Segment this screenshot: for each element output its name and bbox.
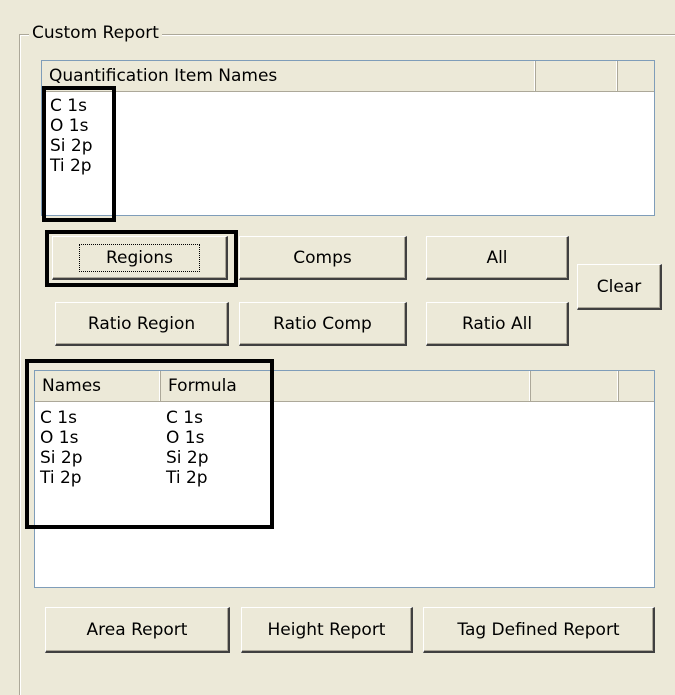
list-item[interactable]: O 1s: [50, 116, 88, 136]
height-report-button[interactable]: Height Report: [241, 607, 413, 653]
ratio-region-button[interactable]: Ratio Region: [55, 302, 229, 346]
list-item-name[interactable]: Si 2p: [40, 448, 83, 468]
list-header: Quantification Item Names: [42, 61, 654, 92]
list-item-formula: Si 2p: [166, 448, 209, 468]
list-item-name[interactable]: O 1s: [40, 428, 78, 448]
column-header-names[interactable]: Names: [35, 371, 161, 401]
list-item-name[interactable]: Ti 2p: [40, 468, 82, 488]
list-item-formula: O 1s: [166, 428, 205, 448]
quantification-items-list[interactable]: Quantification Item Names C 1s O 1s Si 2…: [41, 60, 655, 216]
ratio-all-button[interactable]: Ratio All: [426, 302, 569, 346]
tag-defined-report-button[interactable]: Tag Defined Report: [423, 607, 655, 653]
column-header-formula[interactable]: Formula: [161, 371, 531, 401]
column-header-empty[interactable]: [536, 61, 618, 91]
comps-button[interactable]: Comps: [239, 236, 407, 280]
column-header-empty[interactable]: [531, 371, 619, 401]
area-report-button[interactable]: Area Report: [45, 607, 230, 653]
list-item[interactable]: C 1s: [50, 96, 87, 116]
groupbox-title: Custom Report: [29, 22, 162, 44]
list-item-name[interactable]: C 1s: [40, 408, 77, 428]
list-item[interactable]: Ti 2p: [50, 156, 92, 176]
clear-button[interactable]: Clear: [577, 264, 662, 310]
column-header-quantification-item-names[interactable]: Quantification Item Names: [42, 61, 536, 91]
list-header: Names Formula: [35, 371, 654, 402]
regions-button-label: Regions: [78, 243, 201, 272]
all-button[interactable]: All: [426, 236, 569, 280]
list-item-formula: C 1s: [166, 408, 203, 428]
list-item[interactable]: Si 2p: [50, 136, 93, 156]
regions-button[interactable]: Regions: [52, 236, 228, 280]
ratio-comp-button[interactable]: Ratio Comp: [239, 302, 407, 346]
names-formula-list[interactable]: Names Formula C 1s C 1s O 1s O 1s Si 2p …: [34, 370, 655, 588]
list-item-formula: Ti 2p: [166, 468, 208, 488]
